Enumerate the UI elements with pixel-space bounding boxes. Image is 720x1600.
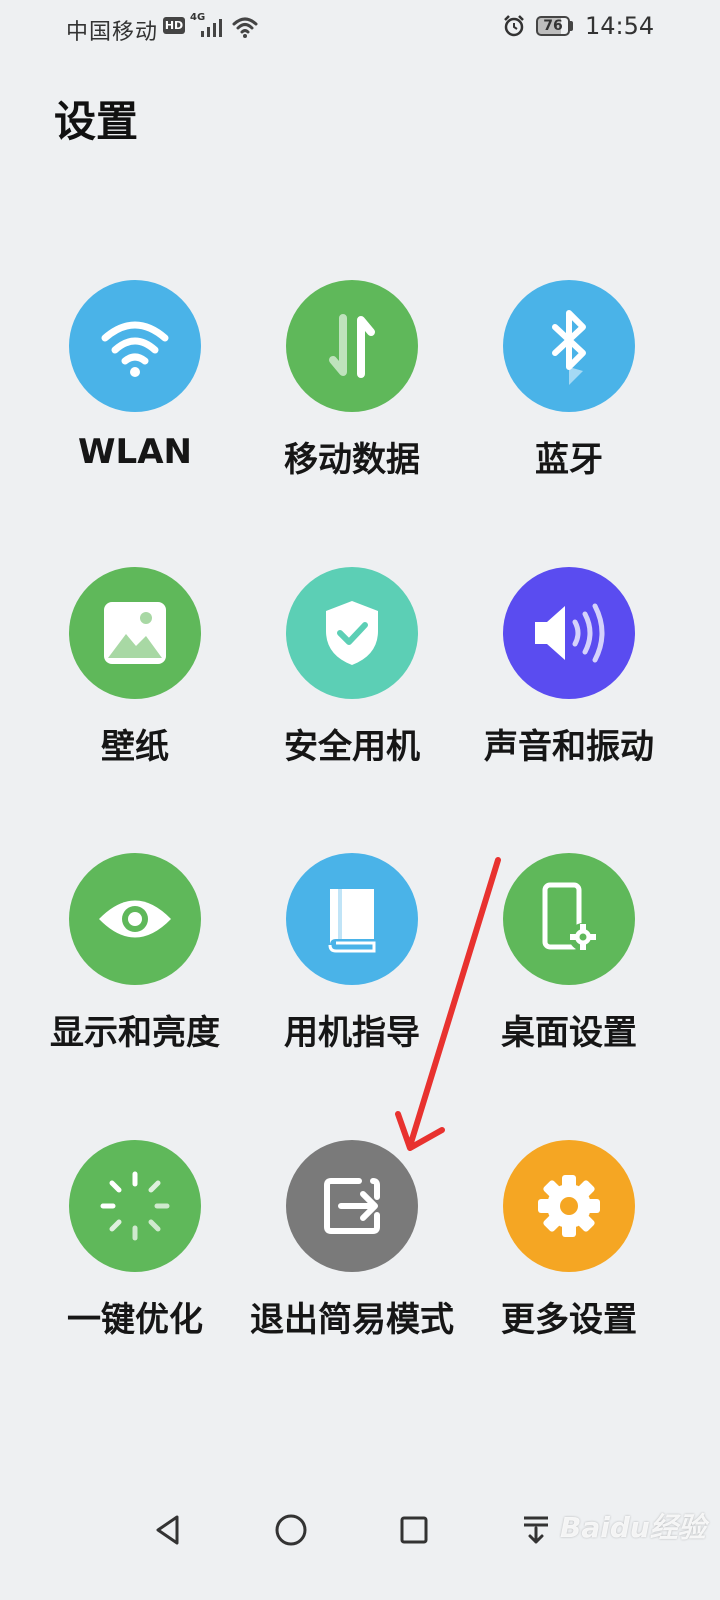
tile-label: 显示和亮度	[50, 1013, 220, 1053]
page-title: 设置	[54, 97, 139, 146]
alarm-icon	[502, 14, 526, 44]
clock: 14:54	[585, 12, 655, 40]
tile-label: 蓝牙	[535, 440, 603, 480]
eye-icon	[69, 853, 201, 985]
desktop-settings-icon	[503, 853, 635, 985]
hd-badge: HD	[163, 17, 185, 34]
optimize-icon	[69, 1140, 201, 1272]
tile-sound[interactable]: 声音和振动	[461, 567, 677, 807]
wifi-icon	[69, 280, 201, 412]
tile-label: 更多设置	[501, 1300, 637, 1340]
tile-label: WLAN	[78, 432, 192, 472]
tile-label: 安全用机	[284, 727, 420, 767]
tile-guide[interactable]: 用机指导	[244, 853, 460, 1093]
tile-mobile-data[interactable]: 移动数据	[244, 280, 460, 520]
bluetooth-icon	[503, 280, 635, 412]
back-icon	[156, 1515, 179, 1545]
tile-exit-simple-mode[interactable]: 退出简易模式	[244, 1140, 460, 1380]
pull-down-icon	[524, 1516, 548, 1544]
battery-tip	[570, 21, 573, 31]
settings-screen: 中国移动 HD 4G 76 14:54 设置 WLAN 移动数据 蓝牙 壁纸 安…	[0, 0, 720, 1600]
tile-label: 退出简易模式	[250, 1300, 454, 1340]
tile-label: 桌面设置	[501, 1013, 637, 1053]
tile-wallpaper[interactable]: 壁纸	[27, 567, 243, 807]
recents-button[interactable]	[384, 1500, 444, 1560]
tile-label: 声音和振动	[484, 727, 654, 767]
tile-label: 壁纸	[101, 727, 169, 767]
tile-bluetooth[interactable]: 蓝牙	[461, 280, 677, 520]
notification-pull-button[interactable]	[506, 1500, 566, 1560]
gear-icon	[503, 1140, 635, 1272]
battery-icon: 76	[536, 16, 570, 36]
tile-wlan[interactable]: WLAN	[27, 280, 243, 520]
sound-icon	[503, 567, 635, 699]
carrier-name: 中国移动	[66, 20, 159, 45]
tile-label: 用机指导	[284, 1013, 420, 1053]
tile-desktop-settings[interactable]: 桌面设置	[461, 853, 677, 1093]
wallpaper-icon	[69, 567, 201, 699]
back-button[interactable]	[138, 1500, 198, 1560]
tile-display[interactable]: 显示和亮度	[27, 853, 243, 1093]
tile-label: 一键优化	[67, 1300, 203, 1340]
book-icon	[286, 853, 418, 985]
tile-label: 移动数据	[284, 440, 420, 480]
mobile-data-icon	[286, 280, 418, 412]
baidu-watermark: Baidu经验	[560, 1511, 706, 1544]
signal-icon	[200, 18, 224, 43]
shield-icon	[286, 567, 418, 699]
status-bar: 中国移动 HD 4G 76 14:54	[0, 0, 720, 56]
tile-more-settings[interactable]: 更多设置	[461, 1140, 677, 1380]
wifi-status-icon	[232, 16, 258, 44]
tile-security[interactable]: 安全用机	[244, 567, 460, 807]
exit-icon	[286, 1140, 418, 1272]
tile-optimize[interactable]: 一键优化	[27, 1140, 243, 1380]
home-icon	[275, 1514, 307, 1546]
home-button[interactable]	[261, 1500, 321, 1560]
recents-icon	[400, 1516, 428, 1544]
